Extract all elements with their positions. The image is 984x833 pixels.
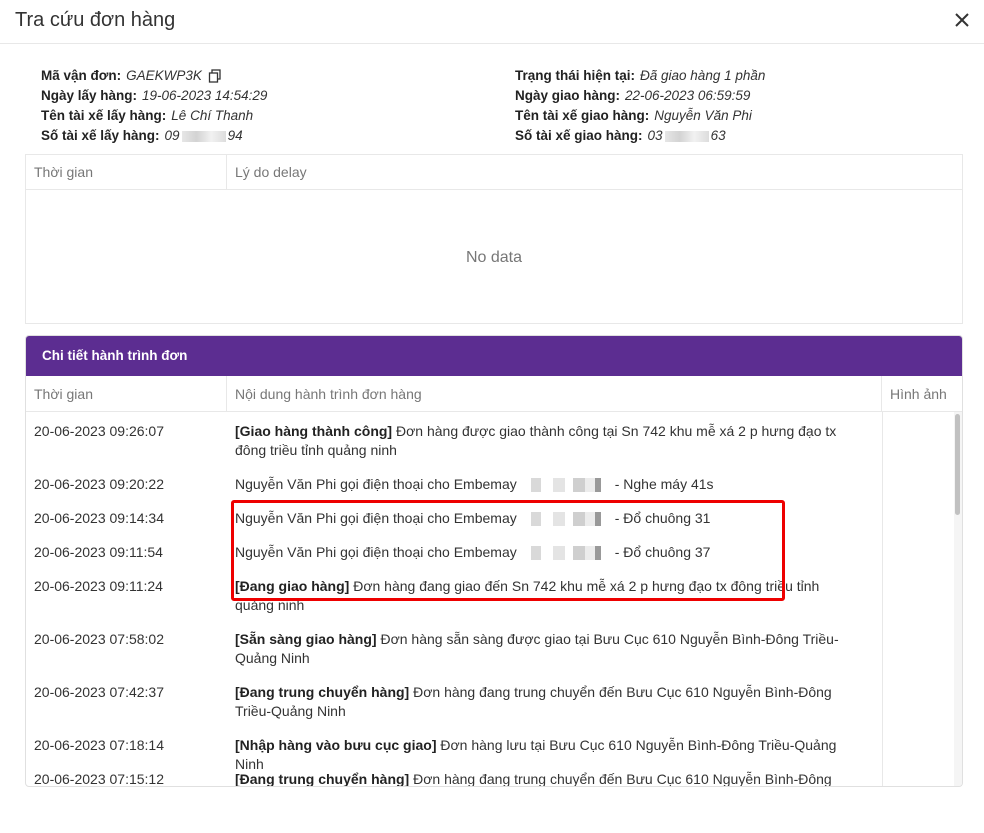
- row-content: [Nhập hàng vào bưu cục giao] Đơn hàng lư…: [227, 736, 867, 774]
- journey-col-content: Nội dung hành trình đơn hàng: [227, 376, 882, 411]
- row-status-tag: [Đang trung chuyển hàng]: [235, 684, 410, 700]
- call-text: Nguyễn Văn Phi gọi điện thoại cho Embema…: [235, 510, 517, 526]
- row-content: [Giao hàng thành công] Đơn hàng được gia…: [227, 422, 867, 460]
- pickup-date-label: Ngày lấy hàng:: [41, 88, 138, 103]
- copy-icon[interactable]: [208, 69, 222, 83]
- row-time: 20-06-2023 09:20:22: [34, 476, 164, 492]
- tracking-code-row: Mã vận đơn: GAEKWP3K: [41, 66, 267, 86]
- table-row: 20-06-2023 09:11:24 [Đang giao hàng] Đơn…: [26, 577, 867, 615]
- pickup-date-value: 19-06-2023 14:54:29: [142, 88, 268, 103]
- close-icon[interactable]: [950, 8, 974, 32]
- row-status-tag: [Sẵn sàng giao hàng]: [235, 631, 377, 647]
- scrollbar-thumb[interactable]: [955, 414, 960, 515]
- call-text: Nguyễn Văn Phi gọi điện thoại cho Embema…: [235, 544, 517, 560]
- tracking-code-value: GAEKWP3K: [126, 68, 202, 83]
- redacted-phone: [530, 546, 607, 561]
- row-time: 20-06-2023 07:58:02: [34, 631, 164, 647]
- row-time: 20-06-2023 07:42:37: [34, 684, 164, 700]
- table-row: 20-06-2023 07:18:14 [Nhập hàng vào bưu c…: [26, 736, 867, 774]
- delay-table: Thời gian Lý do delay No data: [25, 154, 963, 324]
- delivery-date-row: Ngày giao hàng: 22-06-2023 06:59:59: [515, 86, 765, 106]
- delay-table-header: Thời gian Lý do delay: [26, 155, 962, 190]
- status-label: Trạng thái hiện tại:: [515, 68, 636, 83]
- row-status-tag: [Giao hàng thành công]: [235, 423, 393, 439]
- row-time: 20-06-2023 07:18:14: [34, 737, 164, 753]
- call-result: - Đổ chuông 37: [614, 544, 711, 560]
- row-content: Nguyễn Văn Phi gọi điện thoại cho Embema…: [227, 475, 867, 494]
- table-row: 20-06-2023 09:26:07 [Giao hàng thành côn…: [26, 422, 867, 460]
- redacted-phone: [530, 512, 607, 527]
- delivery-phone-prefix: 03: [647, 128, 663, 143]
- journey-heading: Chi tiết hành trình đơn: [26, 336, 962, 376]
- empty-state-text: No data: [465, 249, 523, 266]
- call-result: - Nghe máy 41s: [614, 476, 714, 492]
- delivery-driver-value: Nguyễn Văn Phi: [654, 108, 752, 123]
- pickup-phone-suffix: 94: [227, 128, 243, 143]
- row-status-tag: [Đang giao hàng]: [235, 578, 350, 594]
- order-info-left: Mã vận đơn: GAEKWP3K Ngày lấy hàng: 19-0…: [41, 66, 267, 146]
- status-row: Trạng thái hiện tại: Đã giao hàng 1 phần: [515, 66, 765, 86]
- row-time: 20-06-2023 09:11:24: [34, 578, 163, 594]
- row-status-tag: [Nhập hàng vào bưu cục giao]: [235, 737, 437, 753]
- delivery-driver-row: Tên tài xế giao hàng: Nguyễn Văn Phi: [515, 106, 765, 126]
- pickup-driver-value: Lê Chí Thanh: [171, 108, 254, 123]
- call-text: Nguyễn Văn Phi gọi điện thoại cho Embema…: [235, 476, 517, 492]
- pickup-driver-label: Tên tài xế lấy hàng:: [41, 108, 167, 123]
- row-time: 20-06-2023 09:11:54: [34, 544, 163, 560]
- table-row: 20-06-2023 07:15:12 [Đang trung chuyển h…: [26, 770, 867, 787]
- journey-panel: Chi tiết hành trình đơn Thời gian Nội du…: [25, 335, 963, 787]
- pickup-date-row: Ngày lấy hàng: 19-06-2023 14:54:29: [41, 86, 267, 106]
- table-row: 20-06-2023 09:14:34 Nguyễn Văn Phi gọi đ…: [26, 509, 867, 528]
- redacted-phone-digits: [664, 130, 709, 142]
- row-time: 20-06-2023 07:15:12: [34, 771, 164, 787]
- order-info-right: Trạng thái hiện tại: Đã giao hàng 1 phần…: [515, 66, 765, 146]
- table-row: 20-06-2023 09:11:54 Nguyễn Văn Phi gọi đ…: [26, 543, 867, 562]
- journey-table-body[interactable]: 20-06-2023 09:26:07 [Giao hàng thành côn…: [26, 412, 962, 787]
- journey-col-image: Hình ảnh: [890, 386, 947, 402]
- table-row: 20-06-2023 07:58:02 [Sẵn sàng giao hàng]…: [26, 630, 867, 668]
- delivery-phone-row: Số tài xế giao hàng: 03 63: [515, 126, 765, 146]
- delay-col-time: Thời gian: [26, 155, 227, 189]
- table-row: 20-06-2023 09:20:22 Nguyễn Văn Phi gọi đ…: [26, 475, 867, 494]
- column-divider: [882, 412, 883, 786]
- delivery-phone-suffix: 63: [710, 128, 726, 143]
- row-content: Nguyễn Văn Phi gọi điện thoại cho Embema…: [227, 543, 867, 562]
- pickup-phone-prefix: 09: [164, 128, 180, 143]
- delivery-phone-label: Số tài xế giao hàng:: [515, 128, 643, 143]
- delay-col-reason: Lý do delay: [235, 164, 307, 180]
- delivery-driver-label: Tên tài xế giao hàng:: [515, 108, 650, 123]
- delivery-date-value: 22-06-2023 06:59:59: [625, 88, 751, 103]
- journey-table-header: Thời gian Nội dung hành trình đơn hàng H…: [26, 376, 962, 412]
- pickup-driver-row: Tên tài xế lấy hàng: Lê Chí Thanh: [41, 106, 267, 126]
- row-status-tag: [Đang trung chuyển hàng]: [235, 771, 410, 787]
- row-content: [Đang trung chuyển hàng] Đơn hàng đang t…: [227, 683, 867, 721]
- redacted-phone: [530, 478, 607, 493]
- table-row: 20-06-2023 07:42:37 [Đang trung chuyển h…: [26, 683, 867, 721]
- row-time: 20-06-2023 09:14:34: [34, 510, 164, 526]
- pickup-phone-label: Số tài xế lấy hàng:: [41, 128, 160, 143]
- tracking-code-label: Mã vận đơn:: [41, 68, 122, 83]
- status-value: Đã giao hàng 1 phần: [640, 68, 766, 83]
- row-content: [Đang giao hàng] Đơn hàng đang giao đến …: [227, 577, 867, 615]
- call-result: - Đổ chuông 31: [614, 510, 711, 526]
- delivery-date-label: Ngày giao hàng:: [515, 88, 621, 103]
- row-content: [Sẵn sàng giao hàng] Đơn hàng sẵn sàng đ…: [227, 630, 867, 668]
- row-time: 20-06-2023 09:26:07: [34, 423, 164, 439]
- modal-title: Tra cứu đơn hàng: [15, 9, 176, 31]
- pickup-phone-row: Số tài xế lấy hàng: 09 94: [41, 126, 267, 146]
- journey-col-time: Thời gian: [26, 376, 227, 411]
- row-content: [Đang trung chuyển hàng] Đơn hàng đang t…: [227, 770, 867, 787]
- row-content: Nguyễn Văn Phi gọi điện thoại cho Embema…: [227, 509, 867, 528]
- redacted-phone-digits: [181, 130, 226, 142]
- modal-header: Tra cứu đơn hàng: [0, 0, 984, 44]
- scrollbar[interactable]: [954, 412, 962, 786]
